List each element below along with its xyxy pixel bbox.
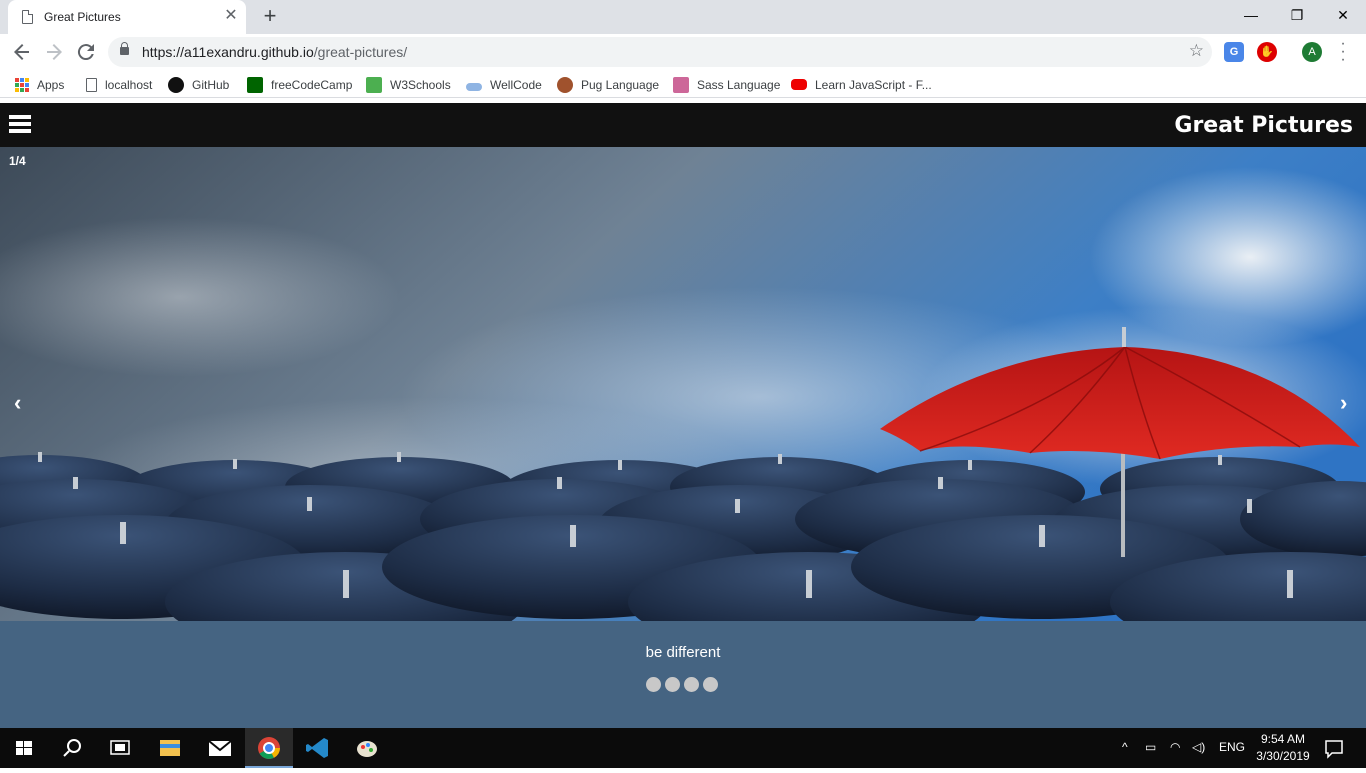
tab-close-button[interactable]: ✕ bbox=[221, 6, 241, 26]
file-explorer-button[interactable] bbox=[146, 728, 194, 768]
volume-icon[interactable]: ◁) bbox=[1192, 740, 1205, 754]
bookmark-github[interactable]: GitHub bbox=[168, 75, 229, 93]
close-window-button[interactable]: ✕ bbox=[1320, 0, 1366, 30]
action-center-button[interactable] bbox=[1318, 728, 1366, 768]
page-icon bbox=[86, 77, 97, 92]
lock-icon bbox=[120, 42, 129, 55]
tab-title: Great Pictures bbox=[44, 10, 121, 24]
task-view-icon bbox=[110, 740, 130, 755]
chrome-icon bbox=[258, 737, 280, 759]
new-tab-button[interactable]: + bbox=[258, 4, 282, 28]
taskbar-clock[interactable]: 9:54 AM 3/30/2019 bbox=[1252, 731, 1314, 765]
bookmark-star-icon[interactable]: ☆ bbox=[1189, 41, 1204, 61]
profile-avatar[interactable]: A bbox=[1302, 42, 1322, 62]
bookmarks-bar: Apps localhost GitHub freeCodeCamp W3Sch… bbox=[0, 70, 1366, 98]
github-icon bbox=[168, 76, 184, 93]
url-text: https://a11exandru.github.io/great-pictu… bbox=[142, 44, 408, 60]
bookmark-freecodecamp[interactable]: freeCodeCamp bbox=[247, 75, 352, 93]
slide-counter: 1/4 bbox=[9, 154, 26, 168]
show-hidden-icons-button[interactable]: ^ bbox=[1122, 740, 1128, 754]
back-button[interactable] bbox=[10, 40, 34, 64]
mail-icon bbox=[208, 740, 232, 756]
youtube-icon bbox=[791, 79, 807, 91]
bookmark-pug[interactable]: Pug Language bbox=[557, 75, 659, 93]
slide-dot-3[interactable] bbox=[684, 677, 699, 692]
forward-button[interactable] bbox=[42, 40, 66, 64]
google-translate-icon[interactable]: G bbox=[1224, 42, 1244, 62]
page-icon bbox=[22, 10, 33, 24]
caption-bar: be different bbox=[0, 621, 1366, 728]
browser-toolbar: https://a11exandru.github.io/great-pictu… bbox=[0, 34, 1366, 70]
start-button[interactable] bbox=[0, 728, 48, 768]
task-view-button[interactable] bbox=[96, 728, 144, 768]
search-button[interactable] bbox=[48, 728, 96, 768]
vscode-taskbar-button[interactable] bbox=[294, 728, 342, 768]
freecodecamp-icon bbox=[247, 76, 263, 93]
language-indicator[interactable]: ENG bbox=[1219, 740, 1245, 754]
wellcode-icon bbox=[466, 82, 482, 91]
pug-icon bbox=[557, 76, 573, 93]
umbrellas-photo bbox=[0, 147, 1366, 621]
site-title: Great Pictures bbox=[1174, 113, 1353, 138]
slide-dots bbox=[646, 677, 722, 693]
reload-icon bbox=[77, 44, 94, 61]
search-icon bbox=[63, 739, 81, 757]
hamburger-menu-icon[interactable] bbox=[9, 115, 31, 133]
w3schools-icon bbox=[366, 76, 382, 93]
paint-icon bbox=[357, 741, 377, 757]
restore-button[interactable]: ❐ bbox=[1274, 0, 1320, 30]
chrome-taskbar-button[interactable] bbox=[245, 728, 293, 768]
forward-arrow-icon bbox=[47, 44, 62, 60]
browser-tab-strip: Great Pictures ✕ + — ❐ ✕ bbox=[0, 0, 1366, 34]
slide-caption: be different bbox=[645, 644, 721, 661]
next-slide-button[interactable]: › bbox=[1340, 390, 1347, 416]
site-header: Great Pictures bbox=[0, 103, 1366, 147]
clock-date: 3/30/2019 bbox=[1256, 749, 1310, 763]
address-bar[interactable]: https://a11exandru.github.io/great-pictu… bbox=[108, 37, 1212, 67]
browser-tab[interactable]: Great Pictures ✕ bbox=[8, 0, 246, 34]
sass-icon bbox=[673, 76, 689, 93]
folder-icon bbox=[160, 740, 180, 756]
slide-dot-2[interactable] bbox=[665, 677, 680, 692]
slideshow-image: 1/4 ‹ › bbox=[0, 147, 1366, 621]
paint-taskbar-button[interactable] bbox=[343, 728, 391, 768]
wifi-icon[interactable]: ◠ bbox=[1170, 740, 1180, 754]
bookmark-apps[interactable]: Apps bbox=[15, 75, 64, 93]
bookmark-learn-javascript[interactable]: Learn JavaScript - F... bbox=[791, 75, 932, 93]
bookmark-sass[interactable]: Sass Language bbox=[673, 75, 780, 93]
minimize-button[interactable]: — bbox=[1228, 0, 1274, 30]
bookmark-wellcode[interactable]: WellCode bbox=[466, 75, 542, 93]
windows-logo-icon bbox=[16, 741, 32, 755]
bookmark-localhost[interactable]: localhost bbox=[86, 75, 152, 93]
apps-grid-icon bbox=[15, 77, 29, 92]
slide-dot-1[interactable] bbox=[646, 677, 661, 692]
adblock-icon[interactable]: ✋ bbox=[1257, 42, 1277, 62]
windows-taskbar: ^ ▭ ◠ ◁) ENG 9:54 AM 3/30/2019 bbox=[0, 728, 1366, 768]
bookmark-w3schools[interactable]: W3Schools bbox=[366, 75, 451, 93]
clock-time: 9:54 AM bbox=[1260, 732, 1306, 746]
reload-button[interactable] bbox=[74, 40, 98, 64]
battery-icon[interactable]: ▭ bbox=[1145, 740, 1156, 754]
back-arrow-icon bbox=[14, 44, 29, 60]
mail-button[interactable] bbox=[196, 728, 244, 768]
prev-slide-button[interactable]: ‹ bbox=[14, 390, 21, 416]
browser-menu-icon[interactable]: · · · bbox=[1338, 36, 1348, 68]
vscode-icon bbox=[306, 738, 328, 758]
slide-dot-4[interactable] bbox=[703, 677, 718, 692]
notification-icon bbox=[1325, 740, 1343, 759]
